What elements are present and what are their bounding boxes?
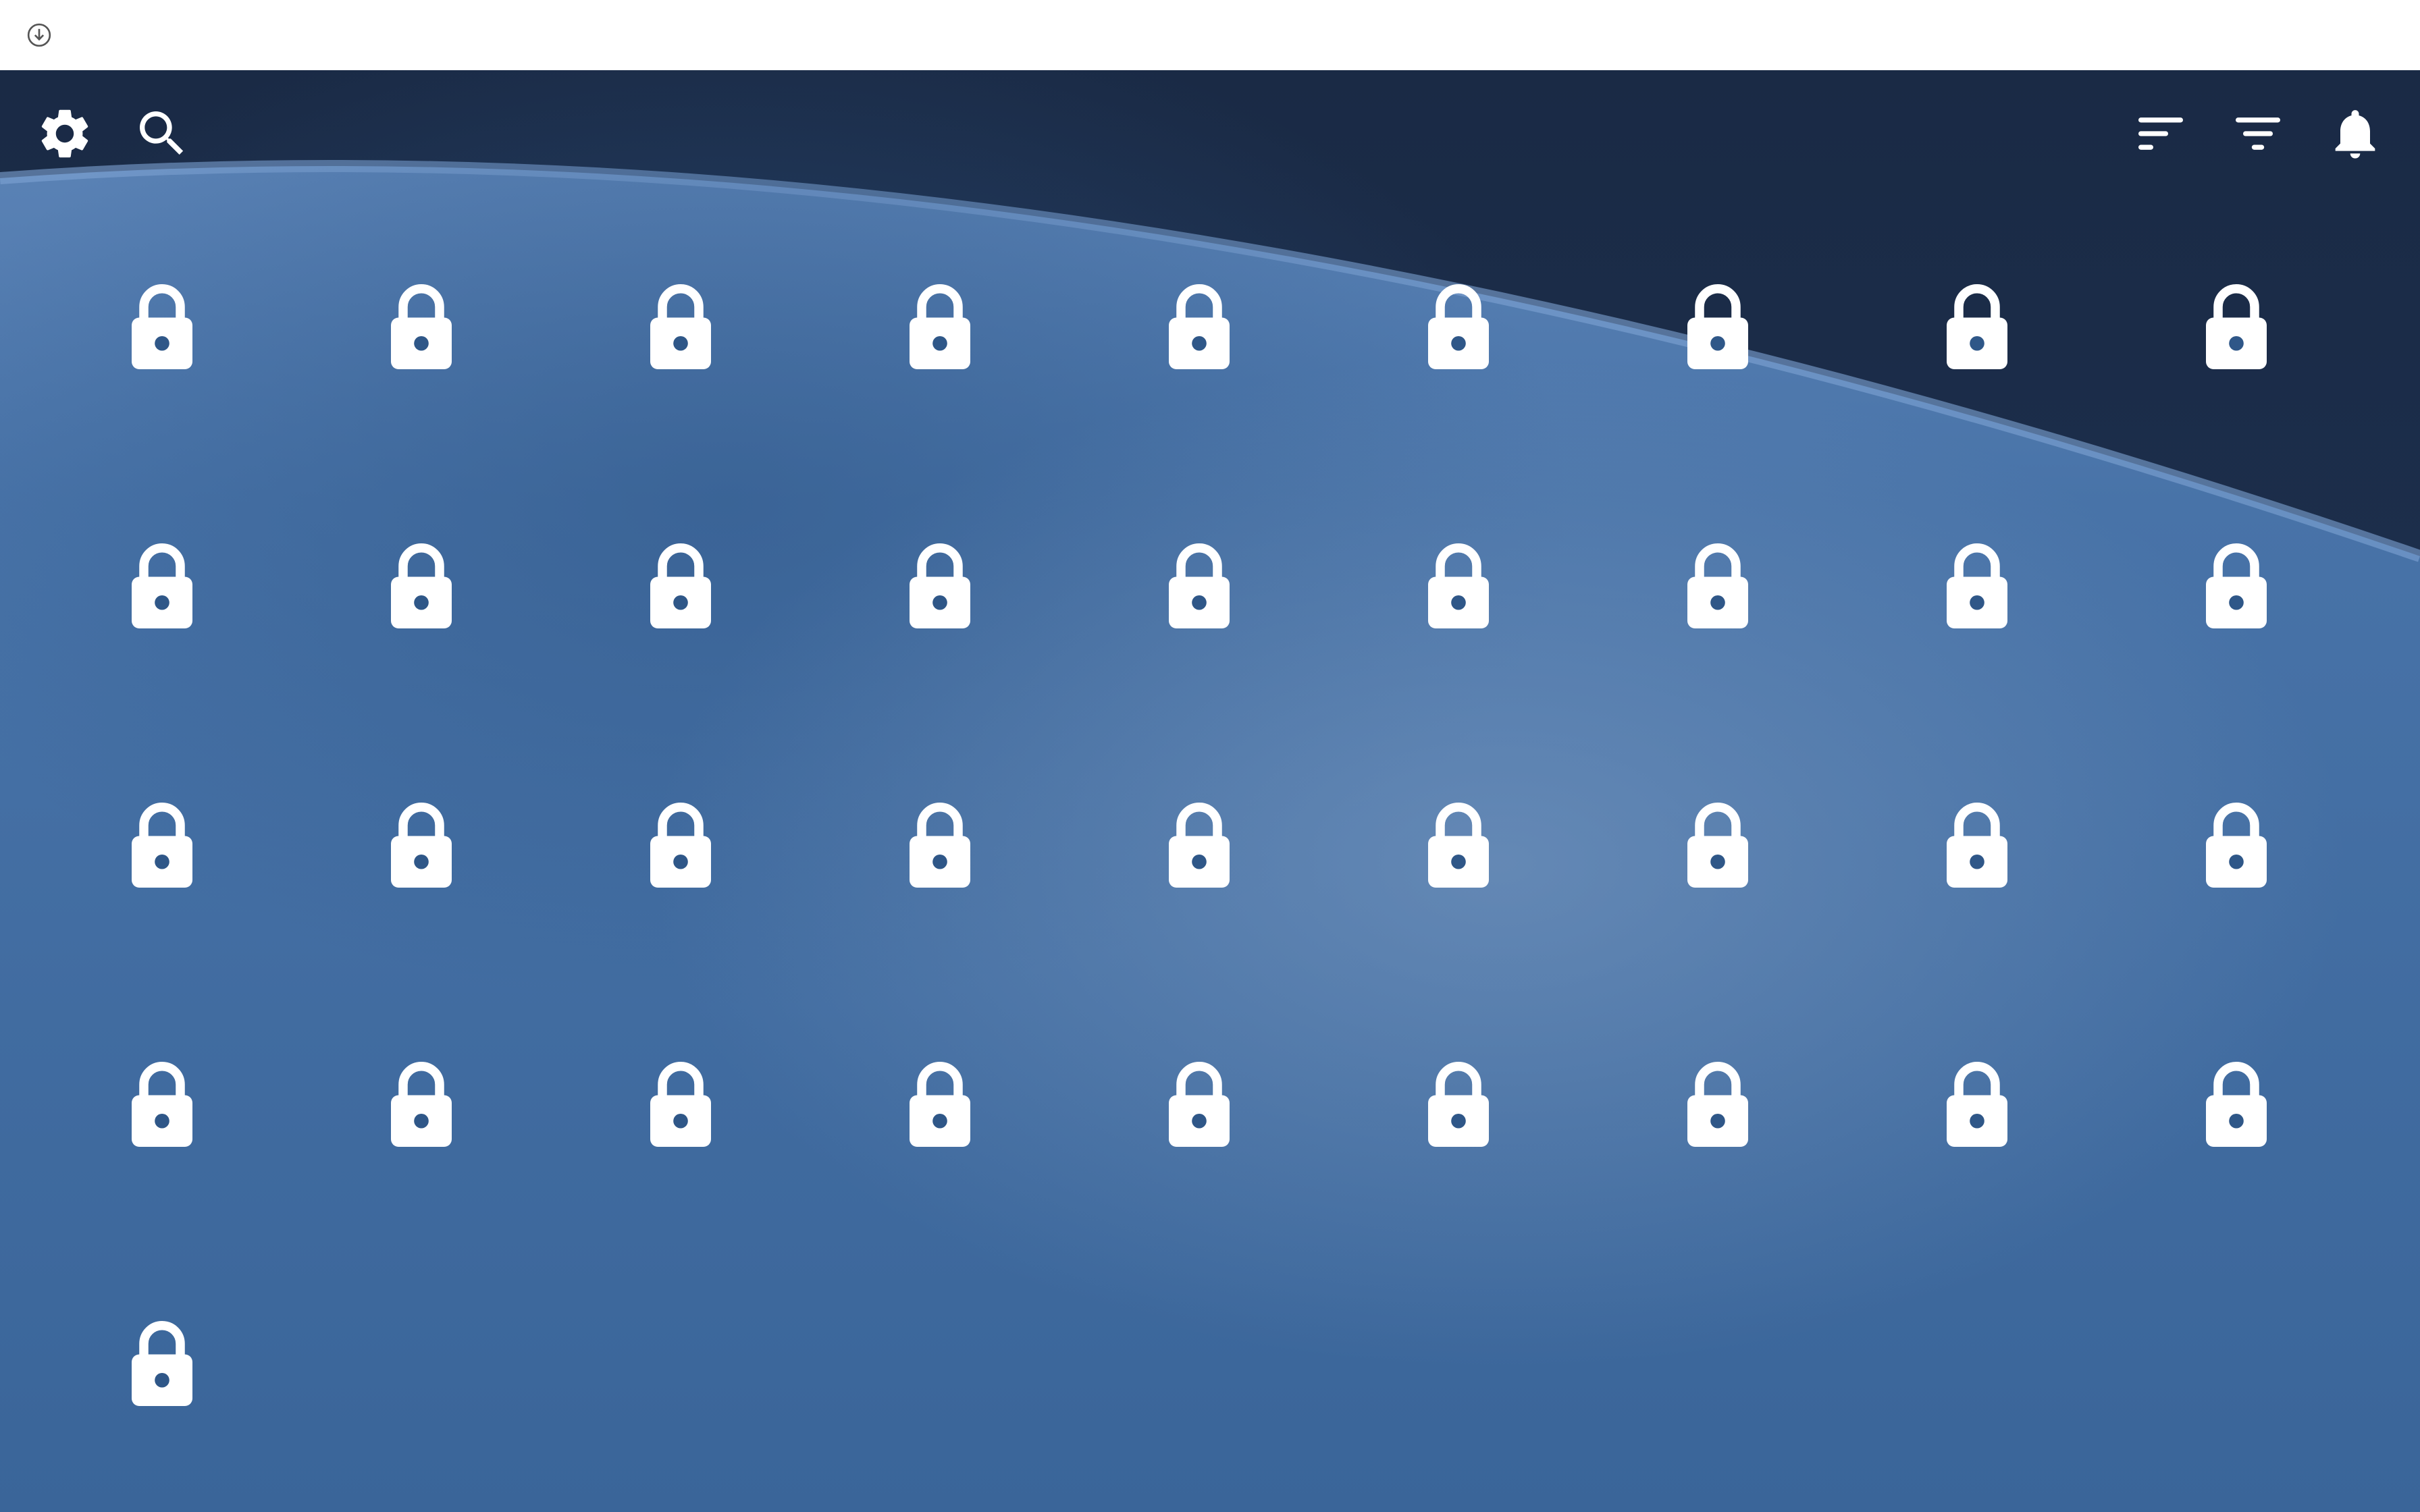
lock-tile[interactable]: [1411, 792, 1506, 900]
lock-tile[interactable]: [1152, 274, 1246, 382]
lock-icon: [1941, 280, 2014, 377]
lock-tile[interactable]: [115, 1052, 209, 1160]
lock-icon: [2200, 539, 2273, 636]
sort-button[interactable]: [2131, 105, 2190, 165]
lock-tile[interactable]: [115, 1311, 209, 1419]
lock-tile[interactable]: [1671, 274, 1765, 382]
lock-tile[interactable]: [374, 792, 469, 900]
lock-icon: [644, 539, 717, 636]
desktop-stage: [0, 70, 2420, 1512]
lock-tile[interactable]: [1671, 792, 1765, 900]
lock-icon: [126, 280, 199, 377]
lock-icon: [126, 1317, 199, 1413]
top-bar: [0, 0, 2420, 70]
lock-icon: [1941, 799, 2014, 895]
lock-icon: [644, 1058, 717, 1154]
lock-icon: [2200, 799, 2273, 895]
lock-tile[interactable]: [2189, 274, 2284, 382]
download-circle-icon[interactable]: [26, 22, 53, 49]
lock-tile[interactable]: [1411, 533, 1506, 641]
sort-icon: [2131, 104, 2190, 167]
search-button[interactable]: [132, 105, 192, 165]
lock-tile[interactable]: [1152, 533, 1246, 641]
lock-tile[interactable]: [1671, 1052, 1765, 1160]
bell-button[interactable]: [2325, 105, 2385, 165]
lock-icon: [1422, 539, 1495, 636]
lock-icon: [903, 280, 976, 377]
lock-icon: [126, 539, 199, 636]
filter-button[interactable]: [2228, 105, 2288, 165]
lock-tile[interactable]: [1930, 1052, 2024, 1160]
lock-icon: [1422, 799, 1495, 895]
lock-tile[interactable]: [1671, 533, 1765, 641]
lock-icon: [1941, 1058, 2014, 1154]
lock-icon: [644, 280, 717, 377]
lock-icon: [903, 539, 976, 636]
lock-tile[interactable]: [893, 274, 987, 382]
lock-tile[interactable]: [893, 792, 987, 900]
lock-tile[interactable]: [1152, 1052, 1246, 1160]
gear-icon: [35, 104, 95, 167]
lock-icon: [1941, 539, 2014, 636]
lock-tile[interactable]: [115, 274, 209, 382]
lock-tile[interactable]: [893, 1052, 987, 1160]
lock-tile[interactable]: [374, 1052, 469, 1160]
search-icon: [132, 104, 192, 167]
lock-icon: [2200, 280, 2273, 377]
lock-tile[interactable]: [633, 1052, 728, 1160]
lock-tile[interactable]: [1930, 533, 2024, 641]
lock-tile[interactable]: [633, 792, 728, 900]
lock-icon: [1681, 280, 1754, 377]
filter-icon: [2228, 104, 2288, 167]
lock-icon: [1163, 799, 1236, 895]
lock-icon: [1681, 799, 1754, 895]
lock-icon: [1681, 1058, 1754, 1154]
lock-tile[interactable]: [1930, 792, 2024, 900]
lock-tile[interactable]: [1411, 1052, 1506, 1160]
lock-icon: [385, 799, 458, 895]
lock-icon: [1422, 1058, 1495, 1154]
lock-icon: [903, 1058, 976, 1154]
lock-tile[interactable]: [2189, 792, 2284, 900]
lock-icon: [1163, 539, 1236, 636]
lock-icon: [126, 799, 199, 895]
lock-icon: [644, 799, 717, 895]
lock-icon: [126, 1058, 199, 1154]
lock-tile[interactable]: [633, 274, 728, 382]
lock-tile[interactable]: [374, 533, 469, 641]
lock-tile[interactable]: [2189, 533, 2284, 641]
lock-tile[interactable]: [893, 533, 987, 641]
lock-icon: [385, 539, 458, 636]
lock-tile[interactable]: [2189, 1052, 2284, 1160]
lock-icon: [385, 1058, 458, 1154]
lock-tile[interactable]: [115, 533, 209, 641]
lock-icon: [1163, 280, 1236, 377]
lock-icon: [1422, 280, 1495, 377]
gear-button[interactable]: [35, 105, 95, 165]
lock-tile[interactable]: [374, 274, 469, 382]
lock-tile[interactable]: [1930, 274, 2024, 382]
lock-tile[interactable]: [115, 792, 209, 900]
lock-icon: [385, 280, 458, 377]
lock-tile[interactable]: [633, 533, 728, 641]
lock-icon: [903, 799, 976, 895]
lock-tile[interactable]: [1411, 274, 1506, 382]
lock-icon: [2200, 1058, 2273, 1154]
lock-tile[interactable]: [1152, 792, 1246, 900]
lock-icon: [1163, 1058, 1236, 1154]
lock-icon: [1681, 539, 1754, 636]
bell-icon: [2325, 104, 2385, 167]
